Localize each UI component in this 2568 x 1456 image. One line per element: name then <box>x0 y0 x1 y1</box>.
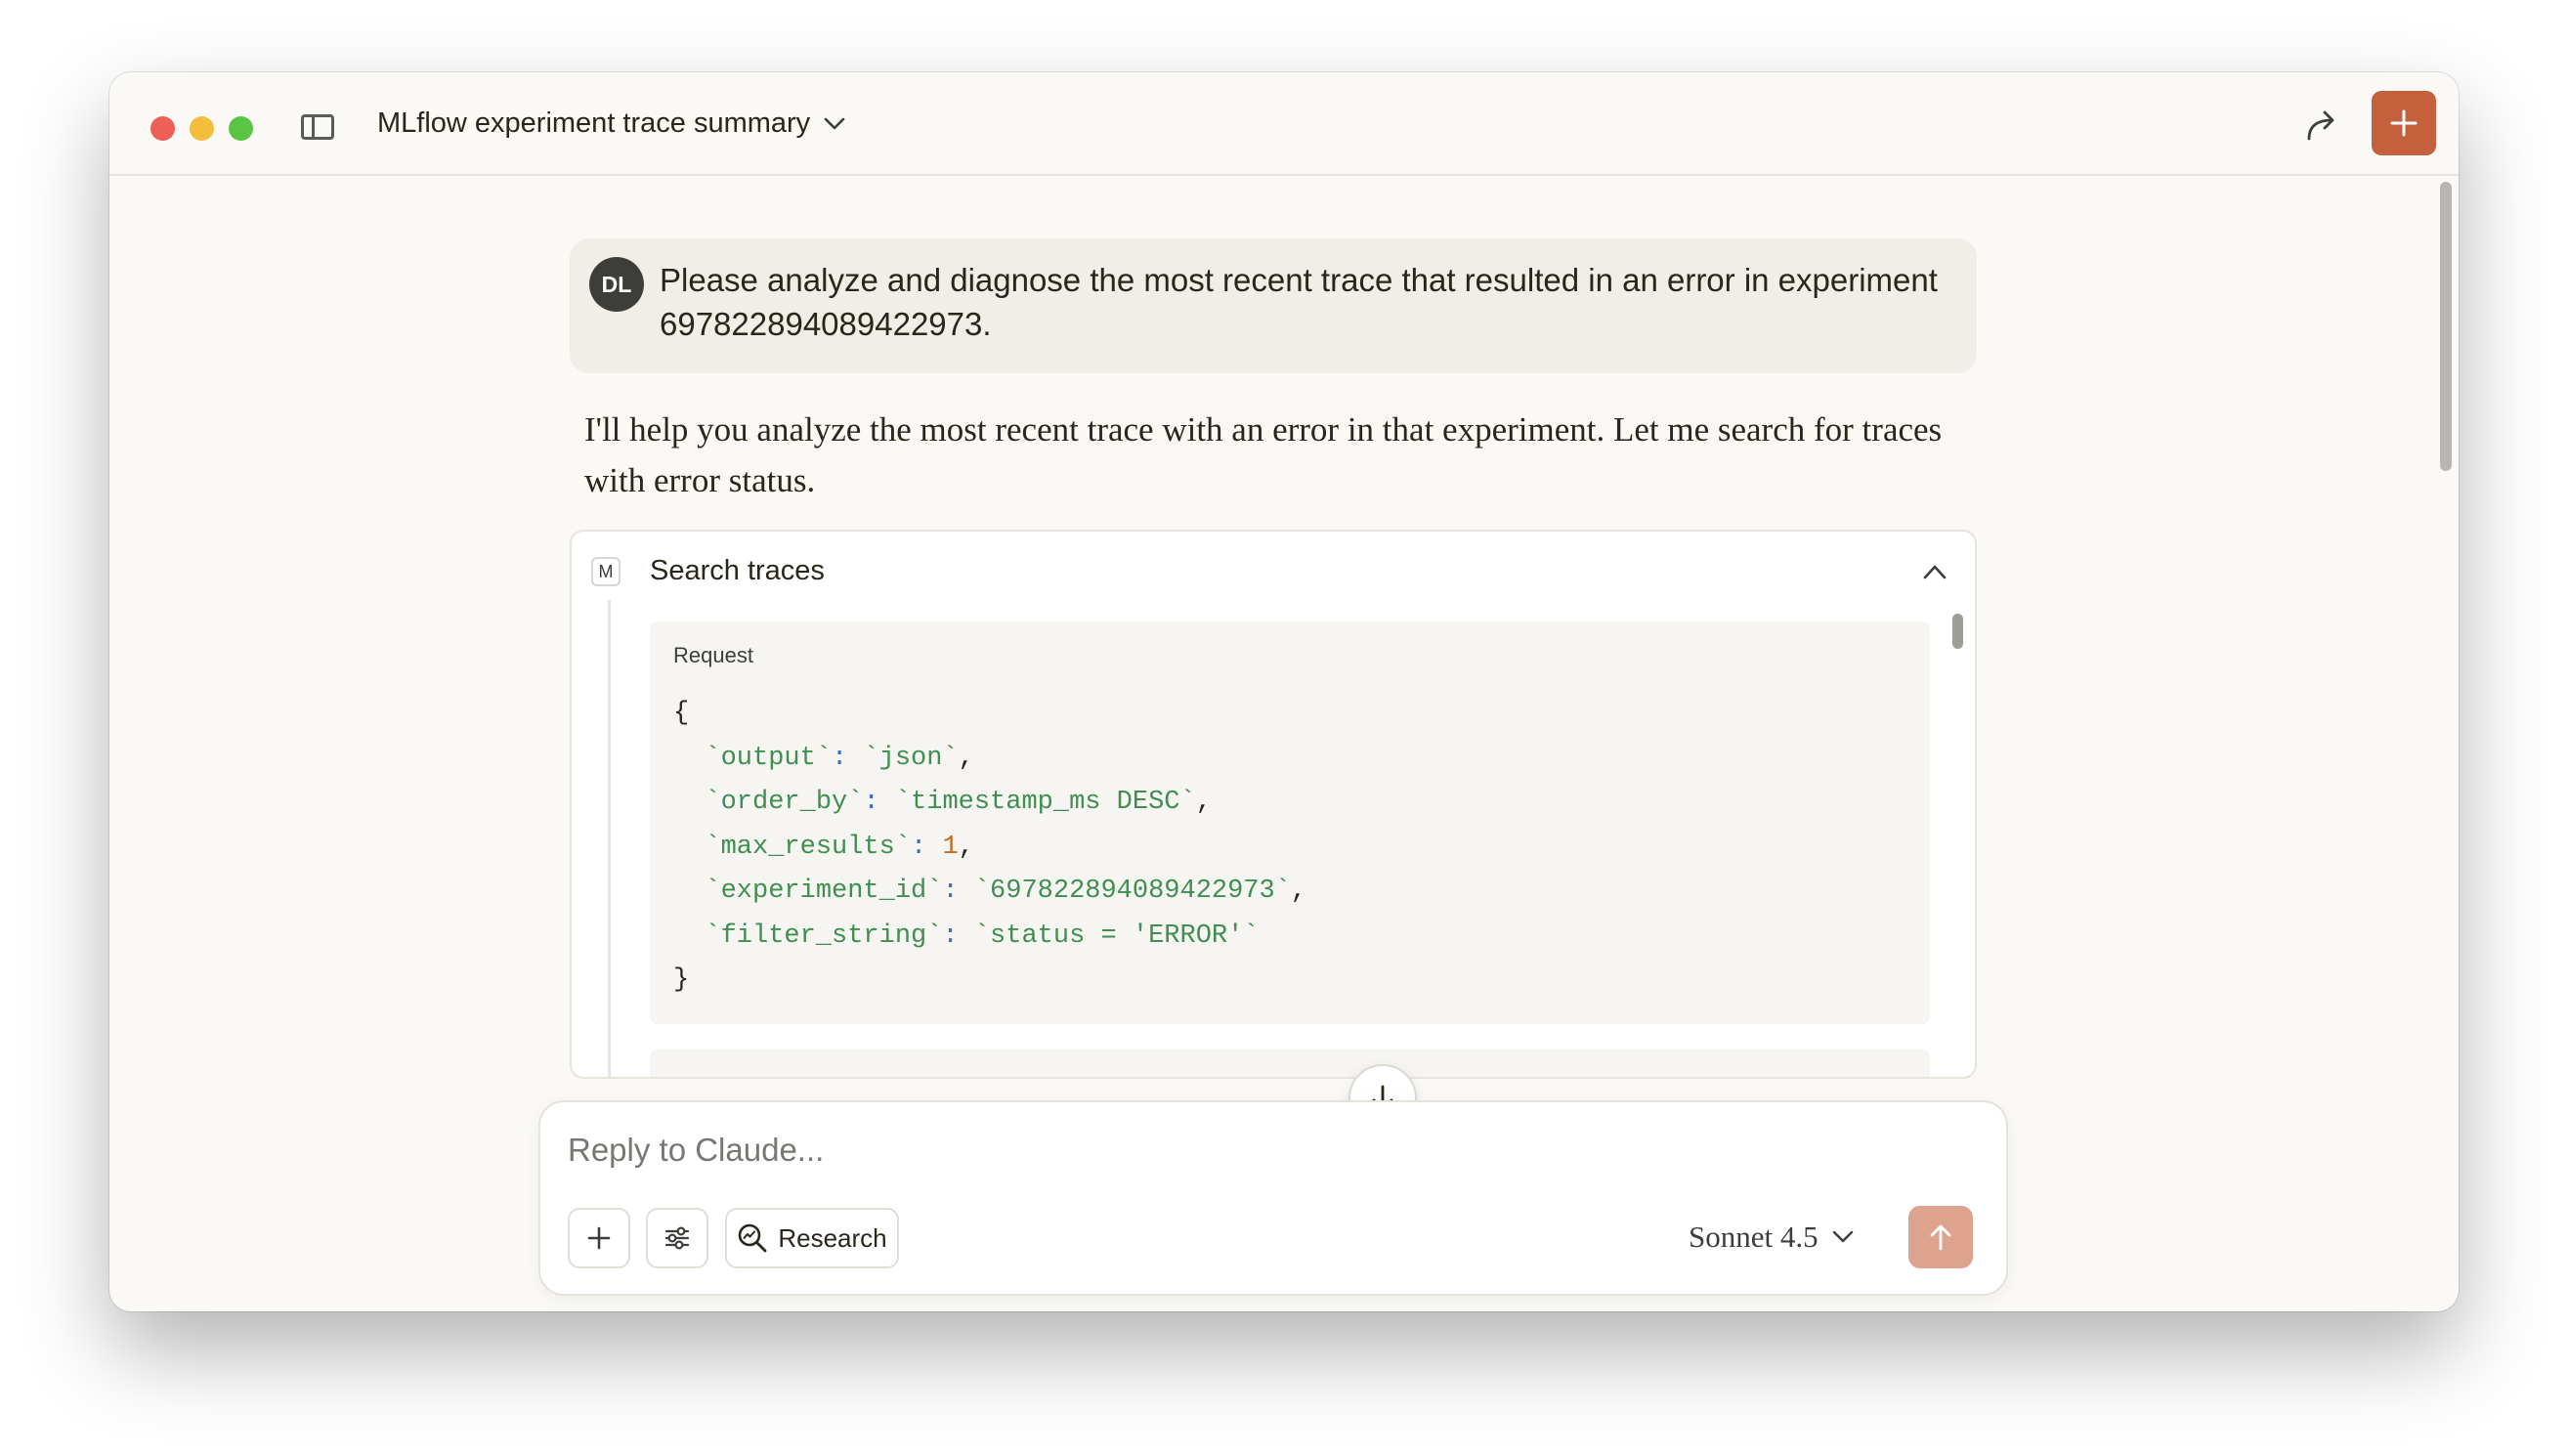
research-search-icon <box>739 1223 767 1253</box>
send-button[interactable] <box>1908 1206 1973 1268</box>
response-panel <box>650 1049 1930 1077</box>
app-window: MLflow experiment trace summary DL Pleas… <box>109 72 2459 1311</box>
reply-input[interactable] <box>568 1128 1838 1173</box>
tool-call-card: M Search traces Request { `output`: `jso… <box>570 530 1977 1079</box>
title-bar: MLflow experiment trace summary <box>109 72 2459 176</box>
model-name: Sonnet 4.5 <box>1689 1220 1819 1254</box>
share-icon[interactable] <box>2302 106 2341 145</box>
tools-button[interactable] <box>646 1208 708 1268</box>
request-param: `experiment_id`: `697822894089422973`, <box>705 877 1307 906</box>
add-attachment-button[interactable] <box>568 1208 630 1268</box>
request-json: { `output`: `json`, `order_by`: `timesta… <box>673 699 1307 995</box>
close-window-button[interactable] <box>150 116 175 141</box>
thread-line <box>608 600 611 1077</box>
request-param: `filter_string`: `status = 'ERROR'` <box>705 921 1260 951</box>
conversation-scrollbar[interactable] <box>2440 182 2452 471</box>
zoom-window-button[interactable] <box>229 116 253 141</box>
sidebar-toggle-icon[interactable] <box>301 114 334 140</box>
sliders-icon <box>664 1226 690 1250</box>
chevron-down-icon <box>1832 1230 1853 1243</box>
user-message: DL Please analyze and diagnose the most … <box>570 238 1977 373</box>
chevron-up-icon[interactable] <box>1922 563 1947 580</box>
research-button[interactable]: Research <box>725 1208 899 1268</box>
chevron-down-icon <box>824 117 845 129</box>
plus-icon <box>587 1226 611 1250</box>
request-param: `max_results`: 1, <box>705 832 974 862</box>
tool-card-scrollbar[interactable] <box>1952 614 1963 649</box>
conversation-title: MLflow experiment trace summary <box>377 107 811 139</box>
request-param: `order_by`: `timestamp_ms DESC`, <box>705 788 1212 817</box>
reply-composer: Research Sonnet 4.5 <box>538 1100 2008 1296</box>
assistant-message-text: I'll help you analyze the most recent tr… <box>584 410 1943 499</box>
tool-call-title[interactable]: Search traces <box>650 555 825 587</box>
mcp-tool-icon: M <box>591 557 621 586</box>
research-label: Research <box>778 1222 887 1253</box>
request-panel: Request { `output`: `json`, `order_by`: … <box>650 621 1930 1024</box>
new-chat-button[interactable] <box>2372 91 2436 155</box>
plus-icon <box>2390 109 2418 137</box>
request-param: `output`: `json`, <box>705 743 974 773</box>
request-label: Request <box>673 643 753 667</box>
minimize-window-button[interactable] <box>190 116 214 141</box>
user-message-text: Please analyze and diagnose the most rec… <box>660 262 1938 342</box>
conversation-title-menu[interactable]: MLflow experiment trace summary <box>377 107 845 140</box>
arrow-up-icon <box>1930 1224 1951 1251</box>
avatar: DL <box>589 257 644 312</box>
model-selector[interactable]: Sonnet 4.5 <box>1689 1220 1854 1255</box>
